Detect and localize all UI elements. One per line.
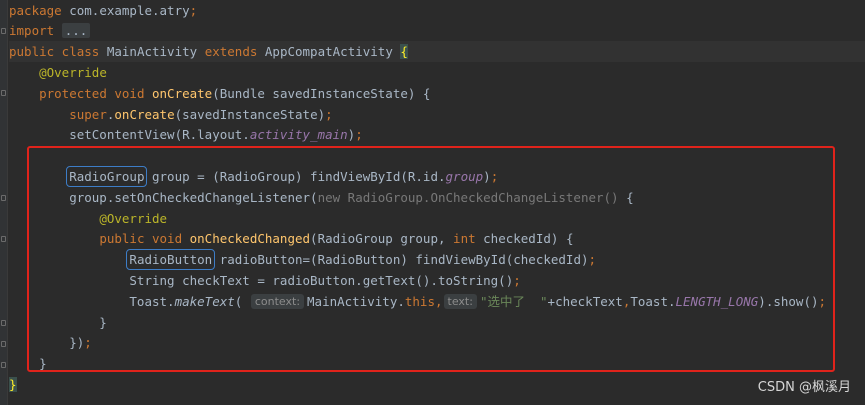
code-line[interactable]: }); [9,332,865,353]
method-name: onCreate [114,106,175,122]
code-text: setContentView(R.layout. [9,127,250,143]
fold-marker-icon[interactable] [1,195,6,201]
code-text: com.example.atry [69,2,190,18]
code-text: +checkText [547,293,623,309]
code-text: { [626,189,634,205]
code-text: }) [9,335,85,351]
keyword: protected void [39,85,152,101]
code-text: MainActivity. [307,293,405,309]
code-text: } [9,356,47,372]
code-line[interactable]: String checkText = radioButton.getText()… [9,270,865,291]
annotation: @Override [39,64,107,80]
code-line[interactable]: } [9,353,865,374]
italic-identifier: activity_main [249,127,348,143]
code-line[interactable]: } [9,374,865,395]
code-text: Toast. [630,293,676,309]
inferred-type-text: new RadioGroup.OnCheckedChangeListener() [317,189,627,205]
code-line[interactable]: RadioGroup group = (RadioGroup) findView… [9,165,865,187]
code-text: group.setOnCheckedChangeListener( [9,189,318,205]
code-line[interactable]: super.onCreate(savedInstanceState); [9,104,865,125]
code-text: MainActivity [106,44,205,60]
keyword: public void [99,231,190,247]
parameter-hint: text: [443,293,477,309]
italic-identifier: LENGTH_LONG [675,293,759,309]
code-line[interactable]: group.setOnCheckedChangeListener(new Rad… [9,187,865,208]
code-line[interactable]: } [9,312,865,333]
keyword: ; [513,272,521,288]
keyword: int [453,231,484,247]
code-line[interactable]: package com.example.atry; [9,0,865,21]
keyword: package [9,2,70,18]
fold-marker-icon[interactable] [1,90,6,96]
code-line[interactable] [9,145,865,166]
editor-gutter [0,0,8,405]
code-text: AppCompatActivity [264,44,401,60]
code-line[interactable]: setContentView(R.layout.activity_main); [9,124,865,145]
fold-marker-icon[interactable] [1,236,6,242]
italic-identifier: group [445,168,484,184]
code-text: (RadioGroup group, [310,231,454,247]
keyword: import [9,23,62,39]
keyword: ; [355,127,363,143]
code-text: (Bundle savedInstanceState) { [212,85,431,101]
string-literal: "选中了 " [479,293,548,309]
keyword: ; [189,2,198,18]
parameter-hint: context: [250,293,305,309]
code-line[interactable]: @Override [9,62,865,83]
keyword: super [69,106,107,122]
code-text: Toast. [9,293,175,309]
folded-imports[interactable]: ... [61,23,91,39]
watermark: CSDN @枫溪月 [757,380,851,395]
code-line[interactable]: import ... [9,20,865,41]
keyword: ; [588,252,597,268]
code-text: } [9,314,107,330]
fold-marker-icon[interactable] [1,362,6,368]
annotation: @Override [99,210,168,226]
keyword: extends [204,44,265,60]
keyword: this [404,293,435,309]
method-name: onCreate [152,85,213,101]
fold-marker-icon[interactable] [1,341,6,347]
method-name: onCheckedChanged [189,231,311,247]
keyword: ; [325,106,333,122]
code-line[interactable]: Toast.makeText( context: MainActivity.thi… [9,291,865,312]
code-line[interactable]: public void onCheckedChanged(RadioGroup … [9,228,865,249]
type-reference: RadioGroup [66,165,148,187]
code-text: String checkText = radioButton.getText()… [9,272,514,288]
code-line[interactable]: RadioButton radioButton=(RadioButton) fi… [9,249,865,271]
code-text: ( [234,293,250,309]
code-text: (savedInstanceState) [174,106,326,122]
fold-marker-icon[interactable] [1,320,6,326]
code-text: ).show() [758,293,819,309]
code-line[interactable]: @Override [9,208,865,229]
static-method: makeText [174,293,235,309]
keyword: ; [490,168,499,184]
matched-brace: { [400,44,408,60]
fold-marker-icon[interactable] [1,28,6,34]
code-line[interactable]: protected void onCreate(Bundle savedInst… [9,83,865,104]
matched-brace: } [9,376,17,392]
keyword: public class [9,44,107,60]
keyword: ; [84,335,92,351]
code-text: group = (RadioGroup) findViewById(R.id. [144,168,446,184]
type-reference: RadioButton [126,249,216,271]
code-editor[interactable]: package com.example.atry; import ... publi… [9,0,865,405]
code-text: checkedId) { [483,231,574,247]
keyword: ; [818,293,827,309]
keyword: , [434,293,443,309]
code-line[interactable]: public class MainActivity extends AppCom… [9,41,865,63]
code-text: ) [483,168,491,184]
code-text: radioButton=(RadioButton) findViewById(c… [212,252,589,268]
